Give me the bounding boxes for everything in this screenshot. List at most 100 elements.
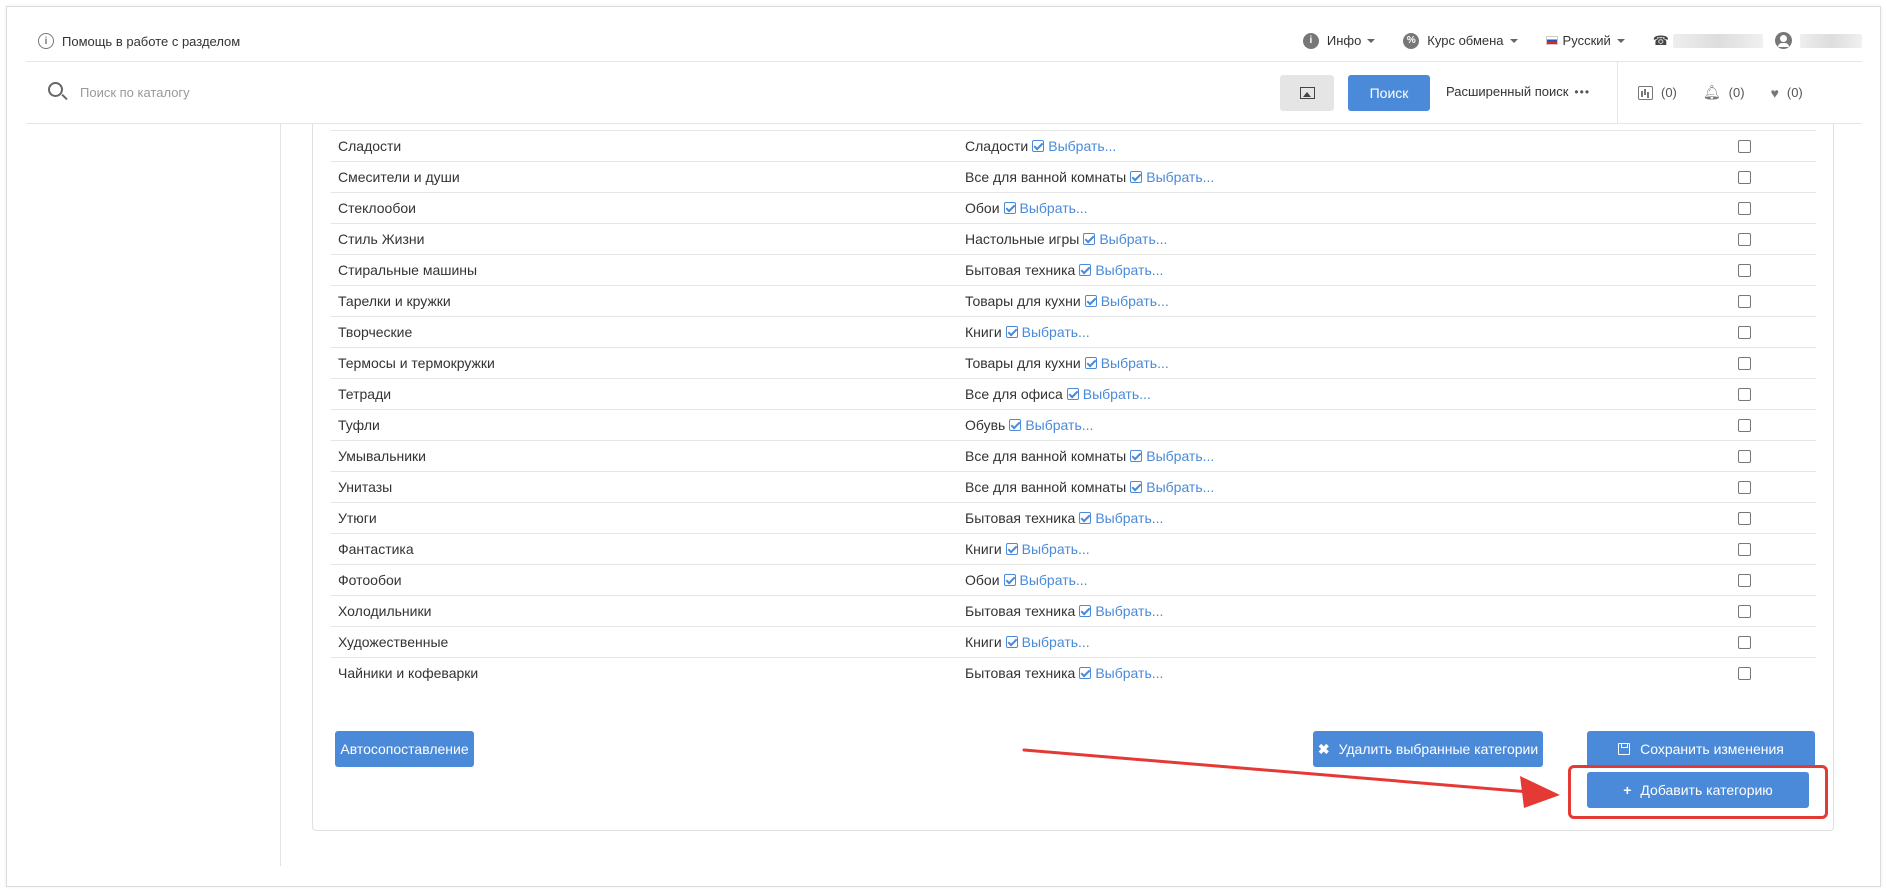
phone-redacted bbox=[1673, 33, 1763, 48]
choose-category-link[interactable]: Выбрать... bbox=[1146, 169, 1214, 185]
choose-category-link[interactable]: Выбрать... bbox=[1099, 231, 1167, 247]
row-select-checkbox[interactable] bbox=[1738, 636, 1751, 649]
choose-category-link[interactable]: Выбрать... bbox=[1095, 262, 1163, 278]
mapped-category-name: Бытовая техника bbox=[965, 262, 1076, 278]
table-row: Фотообои Обои Выбрать... bbox=[331, 564, 1816, 595]
choose-category-link[interactable]: Выбрать... bbox=[1020, 200, 1088, 216]
choose-category-link[interactable]: Выбрать... bbox=[1022, 634, 1090, 650]
row-select-checkbox[interactable] bbox=[1738, 605, 1751, 618]
table-row: Чайники и кофеварки Бытовая техника Выбрат… bbox=[331, 657, 1816, 688]
notifications-counter[interactable]: 🔔︎ (0) bbox=[1703, 84, 1745, 101]
mapped-category: Товары для кухни Выбрать... bbox=[965, 355, 1169, 371]
more-dots-icon: ••• bbox=[1574, 84, 1591, 99]
check-square-icon bbox=[1003, 574, 1016, 586]
source-category-name: Туфли bbox=[338, 417, 380, 433]
row-select-checkbox[interactable] bbox=[1738, 357, 1751, 370]
check-square-icon bbox=[1003, 202, 1016, 214]
language-menu-label: Русский bbox=[1562, 33, 1611, 48]
row-select-checkbox[interactable] bbox=[1738, 450, 1751, 463]
choose-category-link[interactable]: Выбрать... bbox=[1048, 138, 1116, 154]
row-select-checkbox[interactable] bbox=[1738, 233, 1751, 246]
row-select-checkbox[interactable] bbox=[1738, 419, 1751, 432]
search-input[interactable] bbox=[80, 80, 980, 104]
check-square-icon bbox=[1084, 357, 1097, 369]
source-category-name: Смесители и души bbox=[338, 169, 460, 185]
source-category-name: Термосы и термокружки bbox=[338, 355, 495, 371]
mapped-category: Книги Выбрать... bbox=[965, 634, 1090, 650]
table-row: Тетради Все для офиса Выбрать... bbox=[331, 378, 1816, 409]
choose-category-link[interactable]: Выбрать... bbox=[1022, 541, 1090, 557]
table-row: Сладости Сладости Выбрать... bbox=[331, 130, 1816, 161]
category-table: Сладости Сладости Выбрать... Смесители и ду… bbox=[331, 130, 1816, 688]
exchange-menu[interactable]: % Курс обмена bbox=[1403, 32, 1518, 49]
user-menu[interactable] bbox=[1763, 32, 1862, 49]
check-square-icon bbox=[1130, 450, 1143, 462]
category-mapping-panel: Сладости Сладости Выбрать... Смесители и ду… bbox=[312, 124, 1834, 831]
source-category-name: Холодильники bbox=[338, 603, 432, 619]
info-menu[interactable]: i Инфо bbox=[1302, 32, 1376, 49]
choose-category-link[interactable]: Выбрать... bbox=[1146, 448, 1214, 464]
image-search-button[interactable] bbox=[1280, 75, 1334, 111]
row-select-checkbox[interactable] bbox=[1738, 326, 1751, 339]
favorites-counter[interactable]: ♥ (0) bbox=[1771, 85, 1803, 101]
choose-category-link[interactable]: Выбрать... bbox=[1025, 417, 1093, 433]
mapped-category-name: Обои bbox=[965, 572, 1000, 588]
mapped-category-name: Товары для кухни bbox=[965, 355, 1081, 371]
mapped-category-name: Все для офиса bbox=[965, 386, 1063, 402]
search-button[interactable]: Поиск bbox=[1348, 75, 1430, 111]
help-link[interactable]: i Помощь в работе с разделом bbox=[38, 33, 240, 49]
compare-counter[interactable]: (0) bbox=[1638, 85, 1677, 100]
check-square-icon bbox=[1009, 419, 1022, 431]
source-category-name: Фотообои bbox=[338, 572, 402, 588]
percent-icon: % bbox=[1403, 32, 1420, 49]
choose-category-link[interactable]: Выбрать... bbox=[1095, 603, 1163, 619]
save-changes-button[interactable]: Сохранить изменения bbox=[1587, 731, 1815, 767]
choose-category-link[interactable]: Выбрать... bbox=[1095, 665, 1163, 681]
table-row: Стеклообои Обои Выбрать... bbox=[331, 192, 1816, 223]
top-nav: i Инфо % Курс обмена Русский ☎ bbox=[1275, 32, 1862, 49]
table-row: Фантастика Книги Выбрать... bbox=[331, 533, 1816, 564]
chevron-down-icon bbox=[1367, 38, 1376, 43]
table-row: Унитазы Все для ванной комнаты Выбрать... bbox=[331, 471, 1816, 502]
choose-category-link[interactable]: Выбрать... bbox=[1083, 386, 1151, 402]
notifications-count: (0) bbox=[1728, 85, 1745, 100]
search-bar: Поиск Расширенный поиск ••• (0) 🔔︎ (0) ♥… bbox=[26, 62, 1862, 124]
table-row: Стиль Жизни Настольные игры Выбрать... bbox=[331, 223, 1816, 254]
sidebar-divider bbox=[280, 124, 281, 866]
row-select-checkbox[interactable] bbox=[1738, 574, 1751, 587]
row-select-checkbox[interactable] bbox=[1738, 264, 1751, 277]
choose-category-link[interactable]: Выбрать... bbox=[1101, 355, 1169, 371]
choose-category-link[interactable]: Выбрать... bbox=[1020, 572, 1088, 588]
row-select-checkbox[interactable] bbox=[1738, 295, 1751, 308]
mapped-category: Настольные игры Выбрать... bbox=[965, 231, 1167, 247]
advanced-search-label: Расширенный поиск bbox=[1446, 84, 1569, 99]
row-select-checkbox[interactable] bbox=[1738, 171, 1751, 184]
choose-category-link[interactable]: Выбрать... bbox=[1095, 510, 1163, 526]
row-select-checkbox[interactable] bbox=[1738, 667, 1751, 680]
row-select-checkbox[interactable] bbox=[1738, 543, 1751, 556]
row-select-checkbox[interactable] bbox=[1738, 388, 1751, 401]
check-square-icon bbox=[1032, 140, 1045, 152]
source-category-name: Тетради bbox=[338, 386, 392, 402]
choose-category-link[interactable]: Выбрать... bbox=[1101, 293, 1169, 309]
mapped-category: Все для ванной комнаты Выбрать... bbox=[965, 448, 1214, 464]
choose-category-link[interactable]: Выбрать... bbox=[1146, 479, 1214, 495]
mapped-category-name: Товары для кухни bbox=[965, 293, 1081, 309]
row-select-checkbox[interactable] bbox=[1738, 202, 1751, 215]
check-square-icon bbox=[1079, 605, 1092, 617]
mapped-category: Книги Выбрать... bbox=[965, 541, 1090, 557]
exchange-menu-label: Курс обмена bbox=[1427, 33, 1504, 48]
advanced-search-link[interactable]: Расширенный поиск ••• bbox=[1446, 84, 1590, 99]
info-filled-icon: i bbox=[1302, 32, 1319, 49]
flag-icon bbox=[1545, 36, 1558, 45]
row-select-checkbox[interactable] bbox=[1738, 140, 1751, 153]
source-category-name: Фантастика bbox=[338, 541, 414, 557]
row-select-checkbox[interactable] bbox=[1738, 512, 1751, 525]
source-category-name: Унитазы bbox=[338, 479, 393, 495]
auto-match-button[interactable]: Автосопоставление bbox=[335, 731, 474, 767]
table-row: Стиральные машины Бытовая техника Выбрать.… bbox=[331, 254, 1816, 285]
language-menu[interactable]: Русский bbox=[1545, 33, 1625, 48]
table-row: Творческие Книги Выбрать... bbox=[331, 316, 1816, 347]
row-select-checkbox[interactable] bbox=[1738, 481, 1751, 494]
choose-category-link[interactable]: Выбрать... bbox=[1022, 324, 1090, 340]
